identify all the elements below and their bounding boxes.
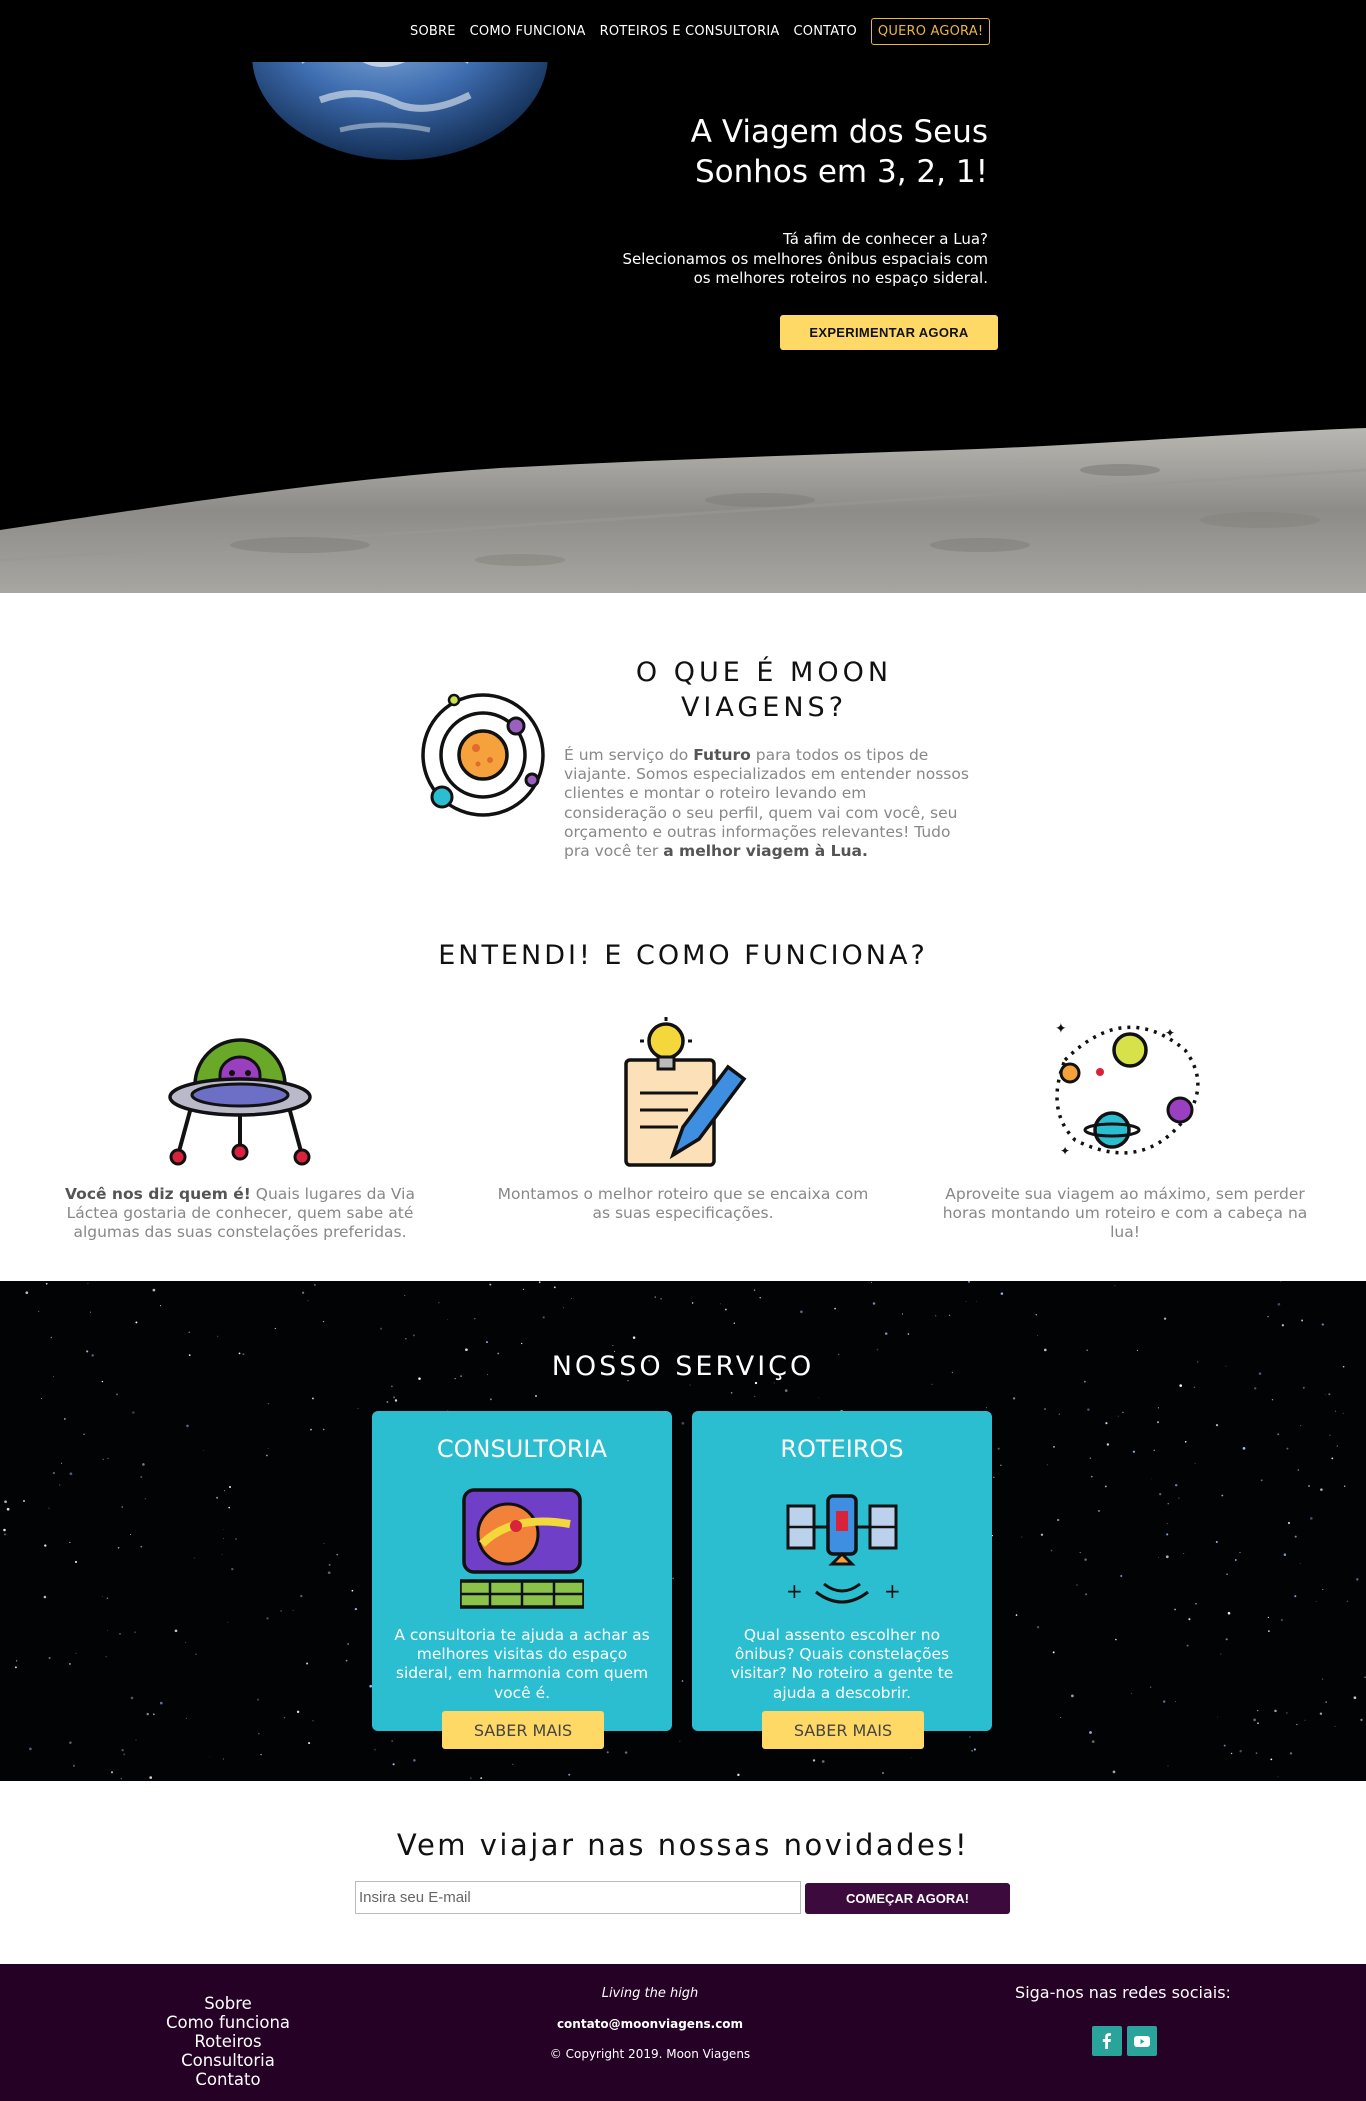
solar-system-icon [421, 693, 545, 817]
about-text-bold-viagem: a melhor viagem à Lua. [663, 842, 868, 861]
step-1-text: Você nos diz quem é! Quais lugares da Vi… [45, 1185, 435, 1243]
step-3-text: Aproveite sua viagem ao máximo, sem perd… [930, 1185, 1320, 1243]
footer-link-roteiros[interactable]: Roteiros [158, 2032, 298, 2051]
saber-mais-roteiros-button[interactable]: SABER MAIS [762, 1711, 924, 1749]
newsletter-title: Vem viajar nas nossas novidades! [396, 1828, 970, 1862]
card-roteiros-text: Qual assento escolher no ônibus? Quais c… [730, 1626, 954, 1702]
nav-link-roteiros-consultoria[interactable]: ROTEIROS E CONSULTORIA [600, 24, 780, 39]
step-1-bold: Você nos diz quem é! [65, 1185, 251, 1203]
step-2-text: Montamos o melhor roteiro que se encaixa… [488, 1185, 878, 1223]
card-roteiros: ROTEIROS + + Qual assento escolher no ôn… [692, 1411, 992, 1731]
card-roteiros-title: ROTEIROS [780, 1435, 904, 1463]
footer-links: Sobre Como funciona Roteiros Consultoria… [158, 1994, 298, 2089]
svg-text:✦: ✦ [1165, 1026, 1175, 1040]
hero-section: SOBRE COMO FUNCIONA ROTEIROS E CONSULTOR… [0, 0, 1366, 593]
footer-link-consultoria[interactable]: Consultoria [158, 2051, 298, 2070]
email-input[interactable] [355, 1881, 801, 1914]
step-3-body: Aproveite sua viagem ao máximo, sem perd… [942, 1185, 1308, 1242]
nav-link-contato[interactable]: CONTATO [793, 24, 856, 39]
comecar-agora-button[interactable]: COMEÇAR AGORA! [805, 1883, 1010, 1914]
svg-text:+: + [884, 1579, 901, 1603]
footer-link-sobre[interactable]: Sobre [158, 1994, 298, 2013]
hero-text-line1: Tá afim de conhecer a Lua? [783, 230, 988, 248]
hero-title-line2: Sonhos em 3, 2, 1! [694, 154, 988, 190]
planet-screen-icon [460, 1488, 584, 1609]
hero-text-line2: Selecionamos os melhores ônibus espaciai… [622, 249, 988, 268]
svg-text:✦: ✦ [1055, 1021, 1067, 1037]
about-text: É um serviço do Futuro para todos os tip… [564, 746, 974, 861]
footer-info: Living the high contato@moonviagens.com … [500, 1986, 800, 2061]
about-text-bold-futuro: Futuro [693, 746, 751, 764]
youtube-icon[interactable] [1127, 2026, 1157, 2056]
planets-orbit-icon: ✦ ✦ ✦ [1055, 1021, 1200, 1158]
hero-subtitle: Tá afim de conhecer a Lua? Selecionamos … [548, 230, 988, 289]
how-it-works-title: ENTENDI! E COMO FUNCIONA? [438, 940, 928, 971]
footer-slogan: Living the high [601, 1986, 699, 2001]
hero-title-line1: A Viagem dos Seus [690, 114, 988, 150]
top-nav: SOBRE COMO FUNCIONA ROTEIROS E CONSULTOR… [410, 18, 991, 45]
ufo-alien-icon [168, 1038, 312, 1166]
footer-link-contato[interactable]: Contato [158, 2070, 298, 2089]
service-title: NOSSO SERVIÇO [551, 1351, 815, 1382]
about-title: O QUE É MOON VIAGENS? [635, 657, 893, 723]
hero-title: A Viagem dos Seus Sonhos em 3, 2, 1! [568, 112, 988, 192]
nav-link-como-funciona[interactable]: COMO FUNCIONA [470, 24, 586, 39]
saber-mais-consultoria-button[interactable]: SABER MAIS [442, 1711, 604, 1749]
nav-link-sobre[interactable]: SOBRE [410, 24, 456, 39]
facebook-icon[interactable] [1092, 2026, 1122, 2056]
footer-social: Siga-nos nas redes sociais: [1000, 1983, 1246, 2002]
nav-cta-quero-agora[interactable]: QUERO AGORA! [870, 18, 991, 45]
card-consultoria-title: CONSULTORIA [436, 1435, 608, 1463]
card-consultoria: CONSULTORIA A consultoria te ajuda a ach… [372, 1411, 672, 1731]
card-consultoria-text: A consultoria te ajuda a achar as melhor… [394, 1626, 650, 1702]
service-section: NOSSO SERVIÇO CONSULTORIA A consultoria … [0, 1281, 1366, 1781]
idea-notebook-icon [624, 1017, 747, 1167]
footer-link-como-funciona[interactable]: Como funciona [158, 2013, 298, 2032]
svg-text:+: + [786, 1579, 803, 1603]
hero-text-line3: os melhores roteiros no espaço sideral. [693, 269, 988, 287]
moon-surface [0, 428, 1366, 593]
svg-text:✦: ✦ [1060, 1144, 1070, 1158]
about-text-part1: É um serviço do [564, 746, 694, 764]
footer: Sobre Como funciona Roteiros Consultoria… [0, 1964, 1366, 2101]
hero-background-image [0, 0, 1366, 593]
footer-copyright: © Copyright 2019. Moon Viagens [549, 2047, 751, 2061]
experimentar-agora-button[interactable]: EXPERIMENTAR AGORA [780, 315, 998, 350]
footer-email[interactable]: contato@moonviagens.com [500, 2017, 800, 2031]
step-2-body: Montamos o melhor roteiro que se encaixa… [497, 1185, 869, 1223]
social-title: Siga-nos nas redes sociais: [1015, 1983, 1231, 2002]
satellite-icon: + + [786, 1494, 901, 1604]
